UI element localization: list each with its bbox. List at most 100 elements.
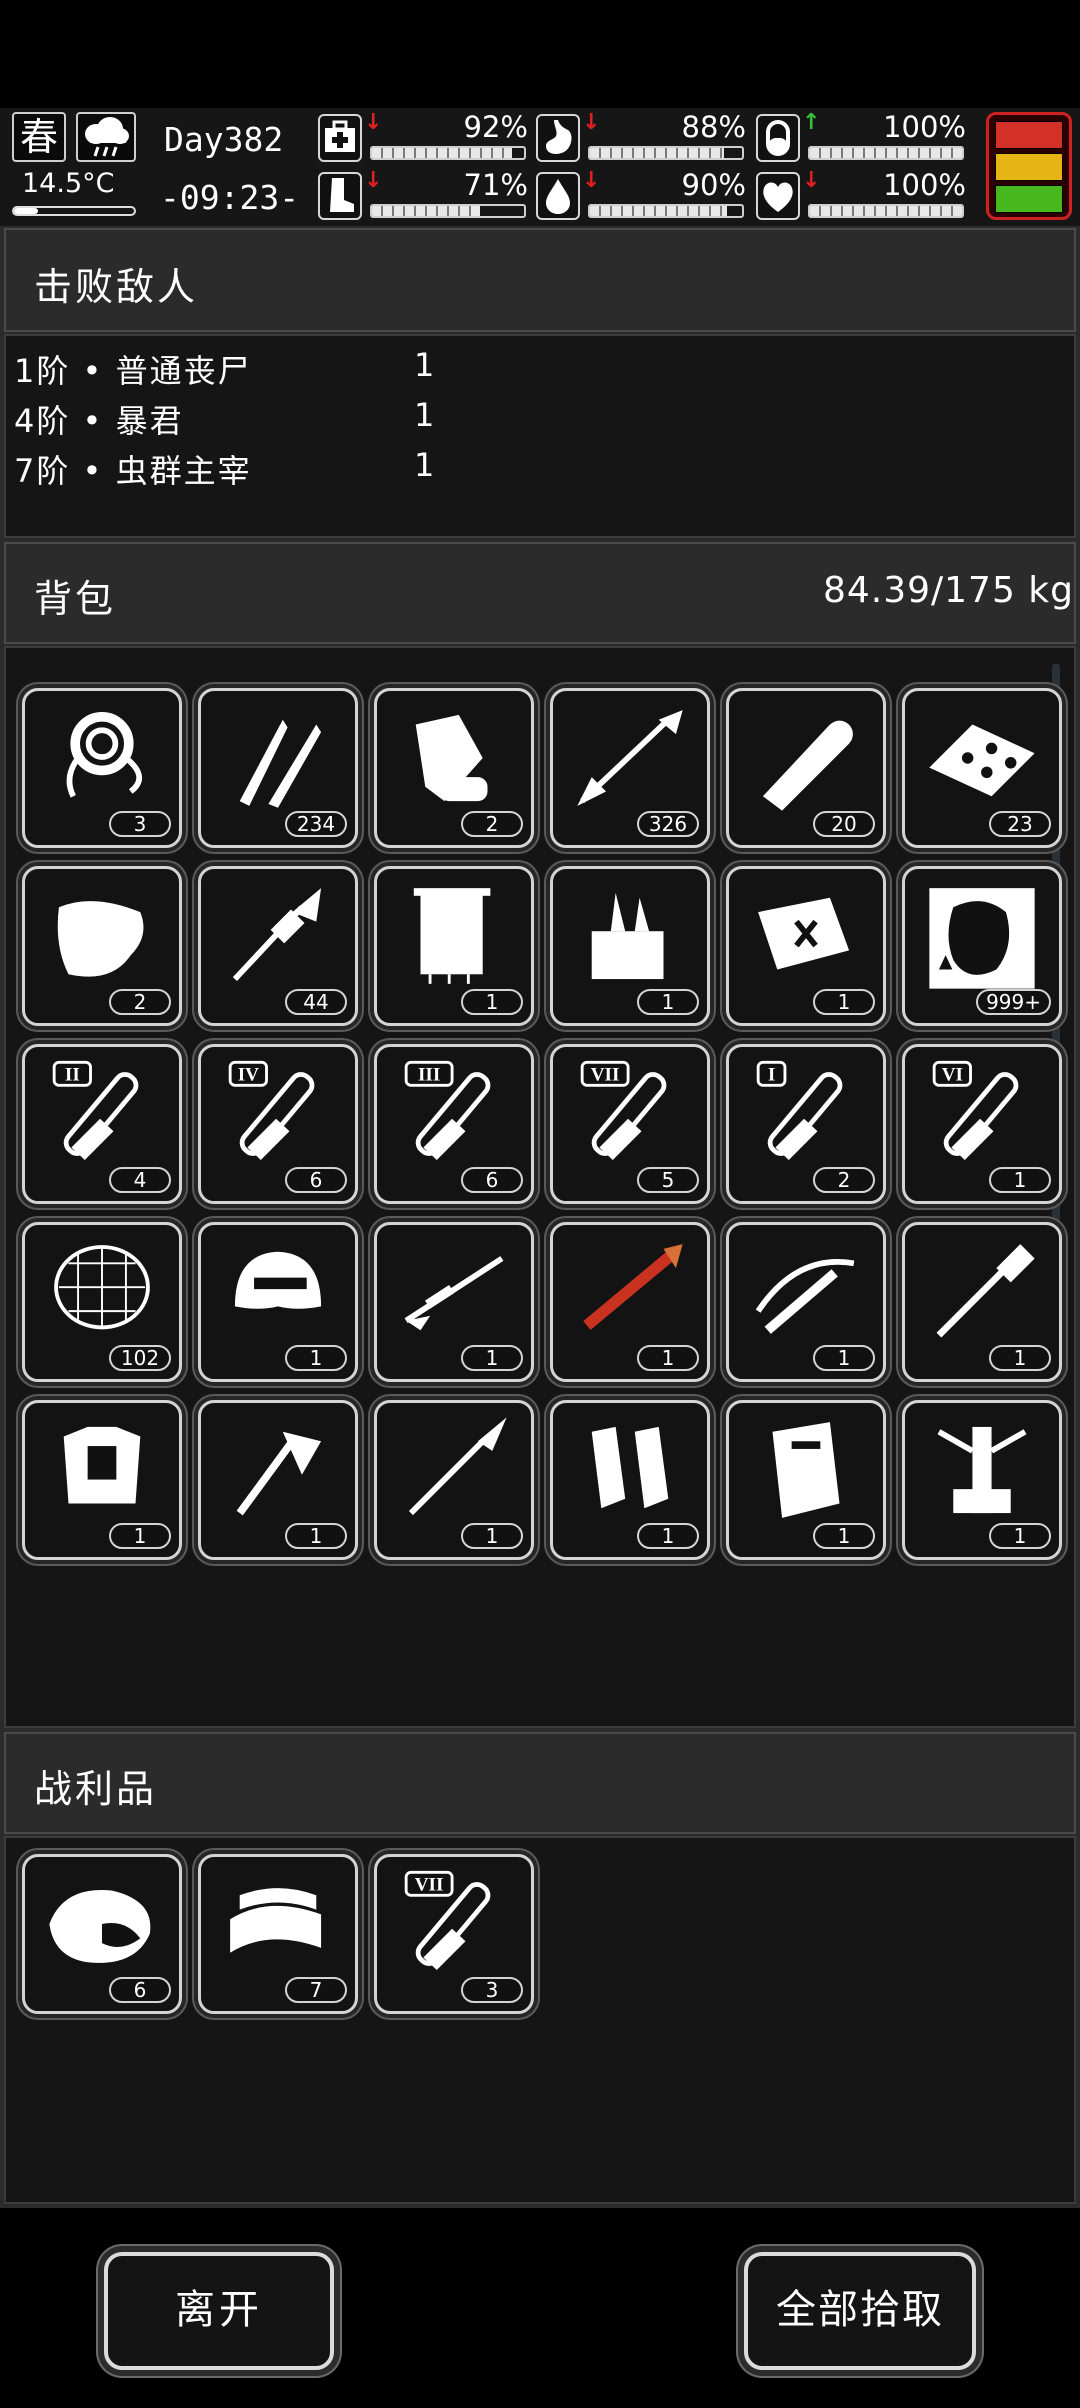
item-slot[interactable]: III 6: [374, 1044, 534, 1204]
health-meter[interactable]: ↓ 92%: [318, 112, 528, 164]
item-count-badge: 1: [989, 1345, 1051, 1371]
toolbox-icon: [591, 892, 664, 980]
item-count-badge: 102: [109, 1345, 171, 1371]
item-slot[interactable]: 6: [22, 1854, 182, 2014]
item-count-badge: 1: [989, 1523, 1051, 1549]
rope-icon: [66, 712, 142, 798]
item-count-badge: 6: [109, 1977, 171, 2003]
item-slot[interactable]: 1: [22, 1400, 182, 1560]
scroll-map-icon: [415, 714, 488, 802]
boot-icon: [318, 172, 362, 220]
backpack-weight: 84.39/175 kg: [822, 570, 1074, 611]
leave-button[interactable]: 离开: [104, 2252, 334, 2370]
hunger-meter[interactable]: ↓ 88%: [536, 112, 746, 164]
item-count-badge: 999+: [976, 989, 1051, 1015]
item-count-badge: 1: [813, 1345, 875, 1371]
water-drop-icon: [536, 172, 580, 220]
item-slot[interactable]: 1: [550, 866, 710, 1026]
serum-tube-icon: VII: [580, 1060, 667, 1160]
item-slot[interactable]: 326: [550, 688, 710, 848]
item-slot[interactable]: 1: [726, 866, 886, 1026]
item-slot[interactable]: 1: [902, 1222, 1062, 1382]
item-slot[interactable]: 1: [374, 1222, 534, 1382]
defeated-enemies-list: 1阶 • 普通丧尸 1 4阶 • 暴君 1 7阶 • 虫群主宰 1: [4, 334, 1076, 538]
item-slot[interactable]: 23: [902, 688, 1062, 848]
enemy-count: 1: [414, 396, 435, 434]
item-slot[interactable]: 1: [550, 1400, 710, 1560]
medkit-icon: [318, 114, 362, 162]
item-slot[interactable]: 2: [22, 866, 182, 1026]
item-count-badge: 6: [285, 1167, 347, 1193]
item-slot[interactable]: 1: [902, 1400, 1062, 1560]
item-slot[interactable]: VII 3: [374, 1854, 534, 2014]
item-slot[interactable]: 1: [726, 1400, 886, 1560]
enemy-name: 4阶 • 暴君: [14, 402, 184, 440]
item-slot[interactable]: 7: [198, 1854, 358, 2014]
item-count-badge: 1: [637, 1523, 699, 1549]
item-count-badge: 44: [285, 989, 347, 1015]
serum-tube-icon: III: [404, 1060, 491, 1160]
danger-level-indicator[interactable]: [986, 112, 1072, 220]
helmet-icon: [234, 1251, 322, 1309]
section-title: 击败敌人: [34, 265, 199, 309]
serum-tube-icon: I: [756, 1060, 843, 1160]
axe-icon: [236, 1431, 322, 1516]
item-slot[interactable]: 44: [198, 866, 358, 1026]
item-count-badge: 1: [461, 1523, 523, 1549]
item-count-badge: 1: [637, 989, 699, 1015]
pickup-all-button[interactable]: 全部拾取: [744, 2252, 976, 2370]
bullets-icon: [239, 719, 322, 808]
item-count-badge: 23: [989, 811, 1051, 837]
item-count-badge: 3: [109, 811, 171, 837]
bandage-roll-icon: [762, 720, 853, 811]
item-slot[interactable]: 20: [726, 688, 886, 848]
item-count-badge: 1: [109, 1523, 171, 1549]
thirst-value: 90%: [681, 168, 746, 202]
section-title: 战利品: [34, 1767, 158, 1811]
spear-icon: [408, 1417, 507, 1516]
item-slot[interactable]: 1: [550, 1222, 710, 1382]
mood-meter[interactable]: ↓ 100%: [756, 170, 966, 222]
backpack-grid: 3 234 2 326 20 23 2 44 1 1 1 999+ II 4 IV 6 III 6 VII 5 I 2 VI…: [4, 646, 1076, 1728]
rocket-launcher-icon: [583, 1244, 683, 1330]
svg-text:II: II: [65, 1065, 80, 1086]
svg-text:IV: IV: [238, 1065, 259, 1086]
item-slot[interactable]: 1: [198, 1400, 358, 1560]
backpack-header: 背包 84.39/175 kg: [4, 542, 1076, 644]
item-slot[interactable]: 1: [726, 1222, 886, 1382]
danger-level-yellow: [995, 153, 1063, 181]
item-slot[interactable]: 102: [22, 1222, 182, 1382]
stamina-meter[interactable]: ↓ 71%: [318, 170, 528, 222]
item-slot[interactable]: I2: [726, 1044, 886, 1204]
thirst-bar: [588, 204, 744, 218]
svg-text:VI: VI: [942, 1065, 963, 1086]
section-title: 背包: [34, 577, 117, 621]
item-slot[interactable]: 234: [198, 688, 358, 848]
thirst-meter[interactable]: ↓ 90%: [536, 170, 746, 222]
defeated-enemies-header: 击败敌人: [4, 228, 1076, 332]
serum-tube-icon: VII: [404, 1870, 491, 1970]
item-slot[interactable]: 1: [374, 866, 534, 1026]
loot-header: 战利品: [4, 1732, 1076, 1834]
item-slot[interactable]: IV 6: [198, 1044, 358, 1204]
item-slot[interactable]: VII 5: [550, 1044, 710, 1204]
enemy-count: 1: [414, 446, 435, 484]
medicine-meter[interactable]: ↑ 100%: [756, 112, 966, 164]
enemy-name: 7阶 • 虫群主宰: [14, 452, 252, 490]
item-slot[interactable]: 1: [374, 1400, 534, 1560]
temperature-bar: [12, 206, 136, 216]
hunger-value: 88%: [681, 110, 746, 144]
cloud-rain-icon: [76, 112, 136, 162]
item-slot[interactable]: 2: [374, 688, 534, 848]
item-slot[interactable]: VI 1: [902, 1044, 1062, 1204]
item-slot[interactable]: II 4: [22, 1044, 182, 1204]
item-slot[interactable]: 1: [198, 1222, 358, 1382]
item-slot[interactable]: 3: [22, 688, 182, 848]
svg-text:III: III: [418, 1065, 440, 1086]
mood-value: 100%: [883, 168, 966, 202]
rpg-rocket-icon: [232, 888, 322, 982]
stomach-icon: [536, 114, 580, 162]
trend-down-icon: ↓: [364, 168, 383, 193]
trend-down-icon: ↓: [364, 110, 383, 135]
item-slot[interactable]: 999+: [902, 866, 1062, 1026]
